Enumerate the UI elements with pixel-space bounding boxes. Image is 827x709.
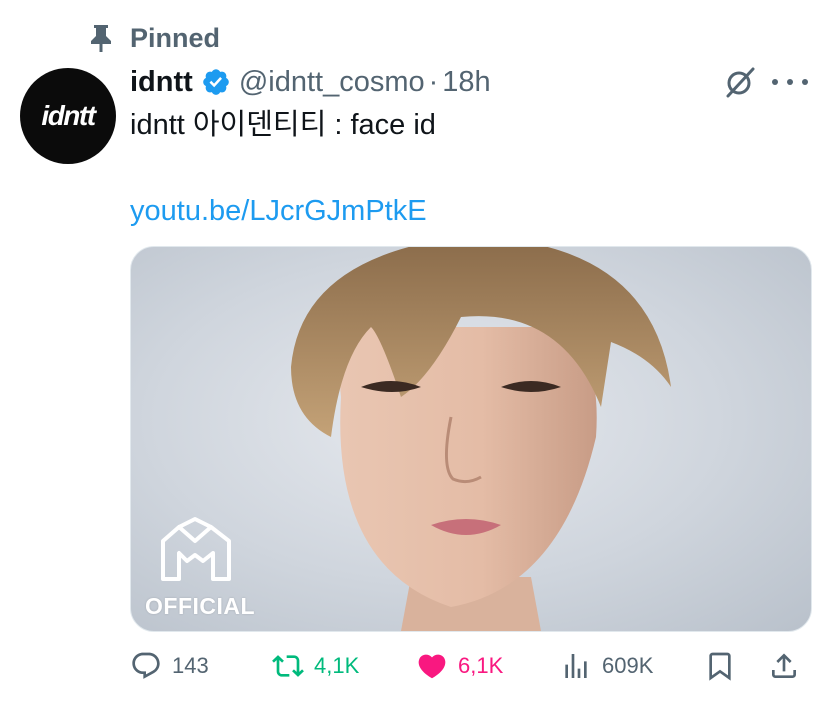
meta-separator: · [428, 65, 439, 98]
like-count: 6,1K [458, 653, 504, 678]
reply-count: 143 [172, 653, 209, 678]
author-display-name[interactable]: idntt [130, 66, 193, 99]
pin-icon [91, 25, 111, 52]
author-handle[interactable]: @idntt_cosmo [239, 66, 425, 99]
like-button[interactable]: 6,1K [416, 644, 503, 688]
retweet-count: 4,1K [314, 653, 360, 678]
grok-icon[interactable] [722, 64, 758, 100]
analytics-icon [565, 654, 587, 678]
avatar-logo: idntt [41, 100, 96, 131]
tweet-text: idntt 아이덴티티 : face id [130, 109, 436, 141]
verified-badge-icon[interactable] [201, 67, 231, 97]
reply-button[interactable]: 143 [130, 644, 209, 688]
view-count: 609K [602, 653, 654, 678]
action-bar: 143 4,1K 6,1K 609K [130, 644, 810, 688]
tweet-header: idntt @idntt_cosmo · 18h [130, 60, 491, 104]
avatar[interactable]: idntt [20, 68, 116, 164]
tweet-timestamp[interactable]: 18h [442, 66, 490, 99]
more-dot [802, 79, 808, 85]
share-button[interactable] [768, 644, 800, 688]
channel-logo-icon [161, 517, 231, 581]
official-badge-label: OFFICIAL [145, 593, 256, 619]
pinned-label: Pinned [130, 22, 221, 53]
more-dot [772, 79, 778, 85]
tweet-card[interactable]: Pinned idntt idntt @idntt_cosmo · 18h id… [0, 0, 827, 709]
share-icon [772, 653, 796, 678]
reply-icon [132, 652, 160, 679]
portrait-photo [291, 247, 671, 631]
more-icon[interactable] [772, 68, 808, 96]
pinned-indicator: Pinned [88, 20, 220, 56]
heart-icon [418, 654, 446, 679]
bookmark-icon [709, 652, 731, 681]
more-dot [787, 79, 793, 85]
media-card[interactable]: OFFICIAL [130, 246, 812, 632]
tweet-link[interactable]: youtu.be/LJcrGJmPtkE [130, 192, 427, 230]
retweet-icon [272, 655, 304, 677]
views-button[interactable]: 609K [560, 644, 653, 688]
bookmark-button[interactable] [704, 644, 736, 688]
retweet-button[interactable]: 4,1K [272, 644, 359, 688]
